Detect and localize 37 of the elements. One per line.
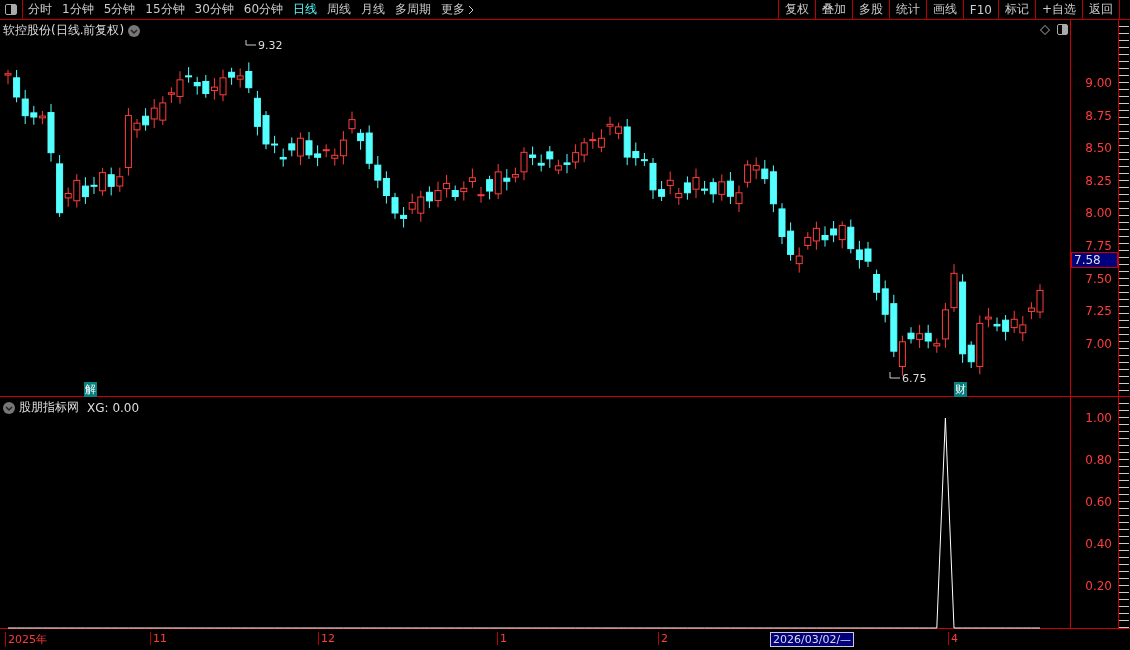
low-price-label: 6.75 <box>902 372 927 385</box>
price-axis-label: 9.00 <box>1085 76 1112 90</box>
dropdown-icon[interactable] <box>128 24 141 37</box>
indicator-axis-label: 0.40 <box>1085 537 1112 551</box>
toolbar-button[interactable]: 返回 <box>1082 0 1120 19</box>
indicator-axis-label: 0.20 <box>1085 579 1112 593</box>
event-badge[interactable]: 解 <box>84 382 97 397</box>
diamond-icon[interactable] <box>1040 25 1050 35</box>
indicator-name: 股朋指标网 <box>19 399 79 416</box>
date-axis-label: 2025年 <box>5 632 49 647</box>
date-axis-label: 11 <box>150 632 169 645</box>
dropdown-icon[interactable] <box>3 401 15 414</box>
price-axis-label: 8.00 <box>1085 206 1112 221</box>
chevron-right-icon <box>468 4 475 15</box>
price-axis-label: 8.50 <box>1085 141 1112 156</box>
leader-line <box>889 371 901 379</box>
date-axis-label: 1 <box>497 632 509 645</box>
price-axis-label: 7.75 <box>1085 239 1112 253</box>
indicator-axis-label: 0.60 <box>1085 495 1112 509</box>
event-badge[interactable]: 财 <box>954 382 967 397</box>
indicator-axis-label: 0.80 <box>1085 453 1112 467</box>
date-axis-label: 4 <box>948 632 960 645</box>
indicator-reading: XG: 0.00 <box>87 400 140 415</box>
date-axis-label: 2026/03/02/— <box>770 632 855 647</box>
price-axis-label: 7.50 <box>1085 271 1112 286</box>
price-axis-label: 8.75 <box>1085 108 1112 123</box>
panel-toggle-icon[interactable] <box>1057 24 1068 35</box>
current-price-tag: 7.58 <box>1071 252 1118 268</box>
price-axis-label: 7.25 <box>1085 304 1112 319</box>
date-axis-label: 2 <box>658 632 670 645</box>
date-axis-label: 12 <box>318 632 337 645</box>
chart-title: 软控股份(日线.前复权) <box>3 22 125 39</box>
price-axis-label: 8.25 <box>1085 173 1112 188</box>
high-price-label: 9.32 <box>258 39 283 52</box>
indicator-axis-label: 1.00 <box>1085 411 1112 425</box>
price-axis-label: 7.00 <box>1085 336 1112 351</box>
leader-line <box>245 39 257 46</box>
